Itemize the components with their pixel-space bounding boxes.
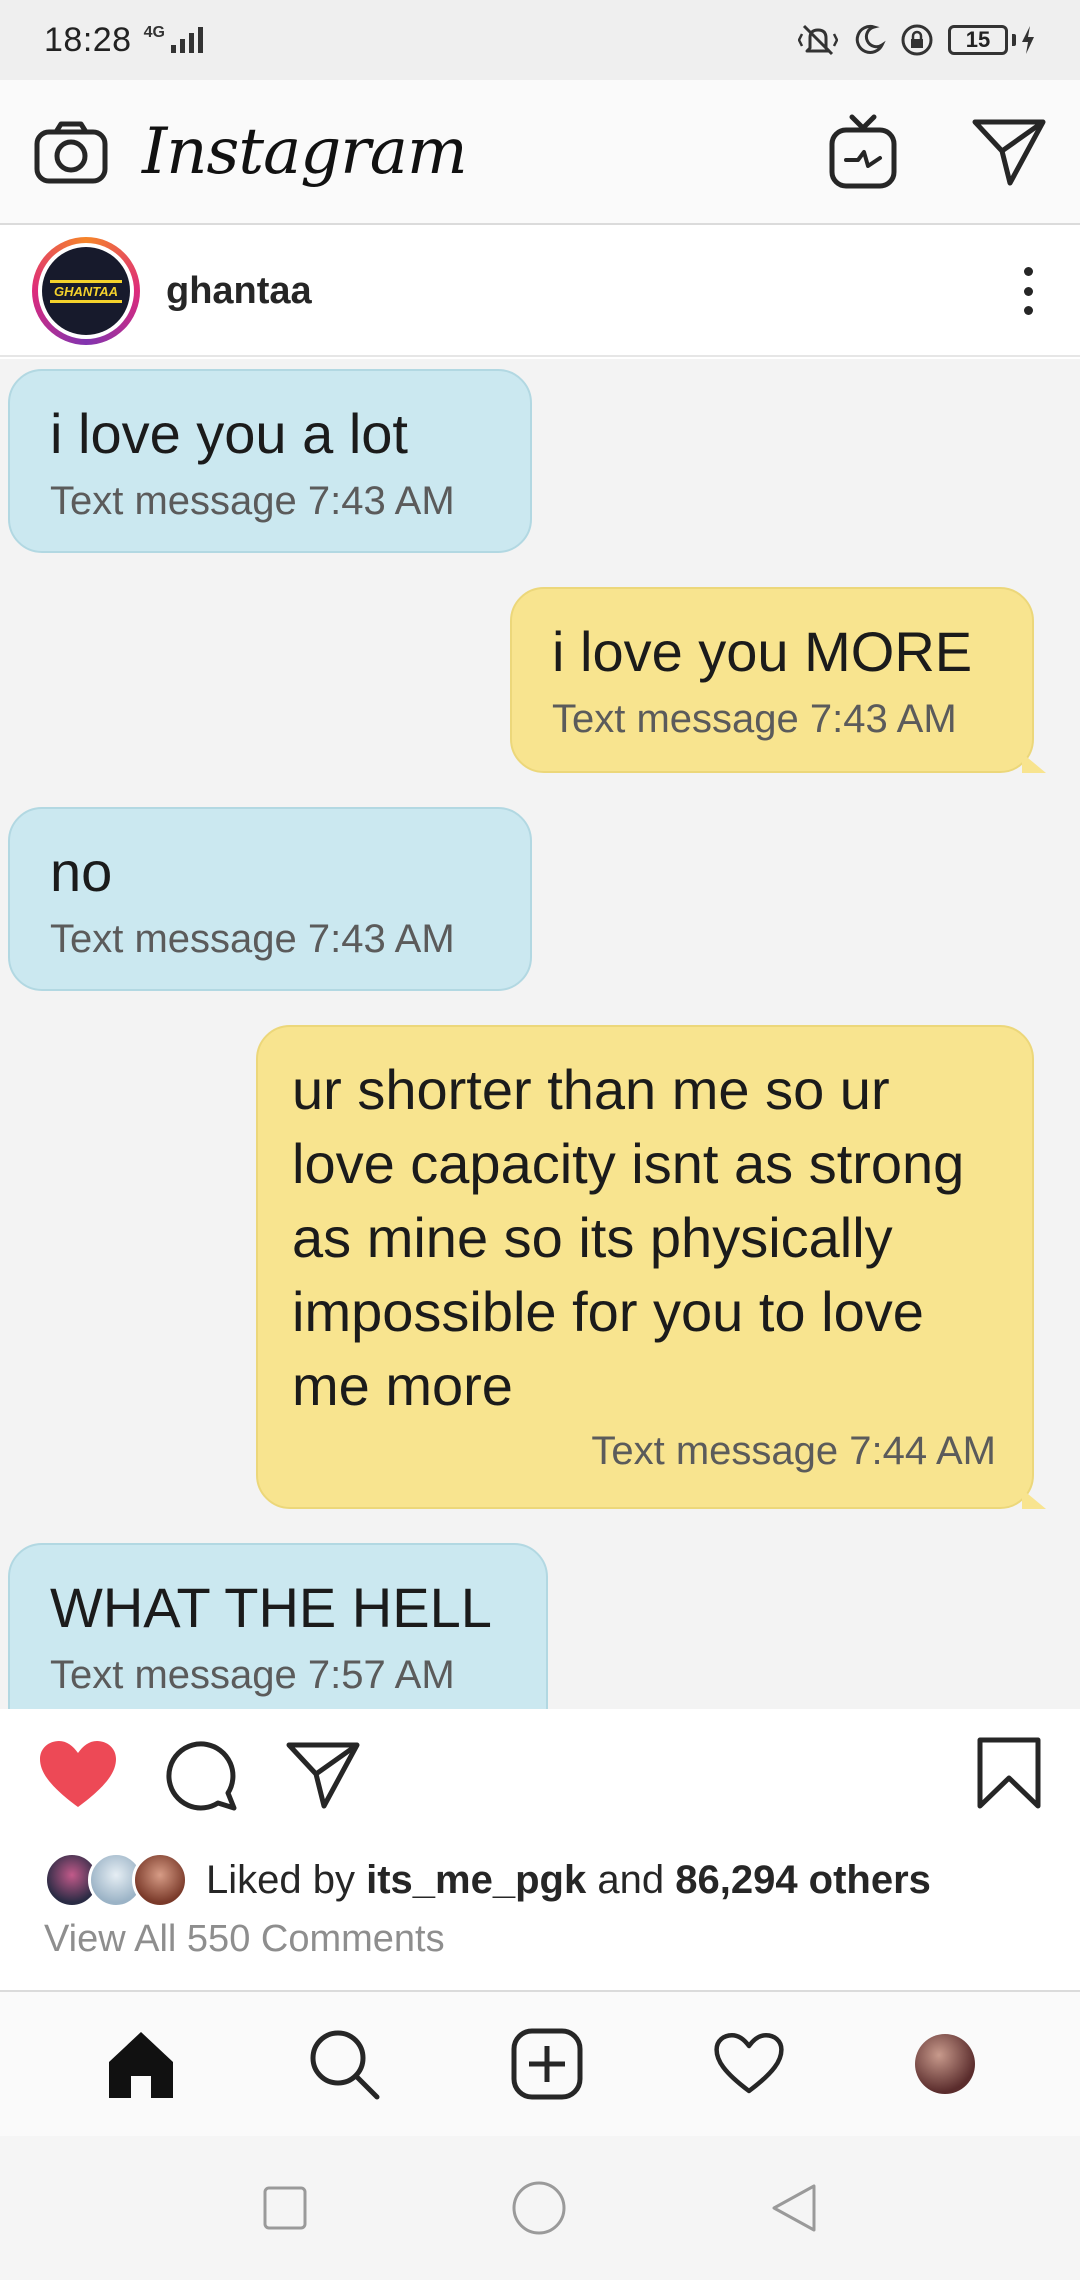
view-comments-link[interactable]: View All 550 Comments (44, 1918, 445, 1961)
back-triangle-icon[interactable] (770, 2182, 818, 2234)
camera-icon[interactable] (34, 120, 108, 184)
search-icon[interactable] (307, 2027, 381, 2101)
message-text: i love you MORE (552, 620, 973, 683)
activity-heart-icon[interactable] (713, 2031, 785, 2097)
post-username[interactable]: ghantaa (166, 270, 312, 313)
battery-icon: 15 (948, 25, 1036, 55)
message-bubble-5: WHAT THE HELL Text message 7:57 AM (8, 1543, 548, 1709)
home-circle-icon[interactable] (511, 2180, 567, 2236)
system-nav (0, 2136, 1080, 2280)
network-type: 4G (143, 24, 165, 41)
signal-icon (170, 27, 203, 53)
likes-summary[interactable]: Liked by its_me_pgk and 86,294 others (206, 1858, 931, 1903)
charging-icon (1022, 26, 1034, 54)
status-bar: 18:28 4G 15 (0, 0, 1080, 80)
likes-count: 86,294 others (675, 1857, 931, 1902)
message-text: WHAT THE HELL (50, 1576, 492, 1639)
app-header: Instagram (0, 80, 1080, 225)
message-meta: Text message 7:57 AM (50, 1653, 455, 1697)
liker-avatars (44, 1852, 194, 1908)
message-meta: Text message 7:44 AM (591, 1429, 996, 1473)
post-image[interactable]: i love you a lot Text message 7:43 AM i … (0, 359, 1080, 1709)
message-bubble-2: i love you MORE Text message 7:43 AM (510, 587, 1046, 773)
home-icon[interactable] (105, 2028, 177, 2100)
moon-icon (855, 24, 886, 54)
message-bubble-3: no Text message 7:43 AM (8, 807, 532, 991)
message-meta: Text message 7:43 AM (50, 479, 455, 523)
igtv-icon[interactable] (828, 114, 898, 190)
lock-rotation-icon (901, 24, 933, 56)
direct-message-icon[interactable] (972, 118, 1046, 186)
more-options-icon[interactable] (1008, 261, 1048, 321)
vibrate-icon (798, 24, 838, 56)
avatar-logo-text: GHANTAA (49, 279, 123, 303)
liker-username: its_me_pgk (366, 1857, 587, 1902)
message-text: no (50, 840, 113, 903)
status-icons: 15 (798, 22, 1036, 58)
message-text: ur shorter than me so ur love capacity i… (292, 1058, 965, 1417)
share-icon[interactable] (286, 1741, 360, 1809)
liker-avatar (132, 1852, 188, 1908)
bookmark-icon[interactable] (976, 1736, 1042, 1810)
post-header: GHANTAA ghantaa (0, 227, 1080, 357)
message-text: i love you a lot (50, 402, 408, 465)
message-bubble-4: ur shorter than me so ur love capacity i… (256, 1025, 1046, 1509)
battery-level: 15 (948, 25, 1008, 55)
profile-avatar[interactable] (915, 2034, 975, 2094)
message-meta: Text message 7:43 AM (552, 697, 957, 741)
comment-icon[interactable] (166, 1739, 238, 1811)
recents-square-icon[interactable] (262, 2185, 308, 2231)
instagram-logo: Instagram (142, 114, 468, 189)
post-actions (0, 1710, 1080, 1840)
post-avatar[interactable]: GHANTAA (32, 237, 140, 345)
bottom-nav (0, 1990, 1080, 2136)
likes-row[interactable]: Liked by its_me_pgk and 86,294 others (44, 1850, 931, 1910)
message-meta: Text message 7:43 AM (50, 917, 455, 961)
status-time: 18:28 (44, 20, 132, 59)
message-bubble-1: i love you a lot Text message 7:43 AM (8, 369, 532, 553)
like-heart-icon[interactable] (38, 1739, 118, 1811)
add-post-icon[interactable] (511, 2028, 583, 2100)
